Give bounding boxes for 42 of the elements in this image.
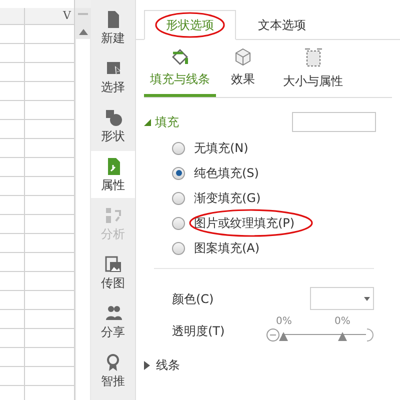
- shapes-icon: [104, 108, 122, 126]
- transparency-label: 透明度(T): [172, 323, 225, 340]
- award-icon: [104, 354, 122, 370]
- section-header[interactable]: 填充: [144, 113, 179, 131]
- percent-label: 0%: [334, 316, 350, 328]
- people-icon: [104, 304, 122, 322]
- sub-tab[interactable]: 效果: [216, 40, 270, 97]
- cube-icon: [234, 48, 252, 66]
- radio-button[interactable]: [172, 242, 185, 254]
- paint-bucket-icon: [170, 48, 190, 66]
- minus-circle-icon[interactable]: [266, 328, 280, 342]
- slider-thumb[interactable]: [279, 332, 288, 341]
- caret-icon: [364, 296, 370, 300]
- nav-button[interactable]: 属性: [91, 151, 135, 198]
- tab[interactable]: 文本选项: [236, 10, 328, 40]
- slider-thumb[interactable]: [338, 332, 347, 341]
- radio-option[interactable]: 图片或纹理填充(P): [172, 213, 295, 233]
- section-header[interactable]: 线条: [144, 356, 180, 374]
- annotation-ellipse: [155, 12, 225, 38]
- percent-label: 0%: [276, 316, 292, 328]
- radio-option[interactable]: 纯色填充(S): [172, 163, 259, 183]
- cursor-icon: [104, 60, 122, 76]
- input-field[interactable]: [292, 112, 376, 132]
- tab[interactable]: 形状选项: [144, 10, 236, 40]
- expand-triangle-icon: [144, 360, 150, 370]
- radio-button[interactable]: [172, 166, 185, 180]
- color-dropdown[interactable]: [310, 287, 374, 310]
- color-label: 颜色(C): [172, 290, 214, 308]
- radio-button[interactable]: [172, 192, 185, 204]
- image-icon: [104, 256, 122, 272]
- scroll-up-icon[interactable]: [78, 29, 88, 35]
- radio-option[interactable]: 无填充(N): [172, 138, 248, 158]
- resize-icon: [304, 48, 322, 68]
- radio-option[interactable]: 图案填充(A): [172, 238, 260, 258]
- radio-button[interactable]: [172, 216, 185, 230]
- sub-tab[interactable]: 填充与线条: [144, 40, 216, 97]
- blocks-icon: [104, 206, 122, 224]
- sub-tab[interactable]: 大小与属性: [270, 40, 356, 97]
- column-header: V: [62, 8, 72, 24]
- radio-button[interactable]: [172, 142, 185, 154]
- radio-option[interactable]: 渐变填充(G): [172, 188, 261, 208]
- collapse-triangle-icon: [144, 118, 151, 126]
